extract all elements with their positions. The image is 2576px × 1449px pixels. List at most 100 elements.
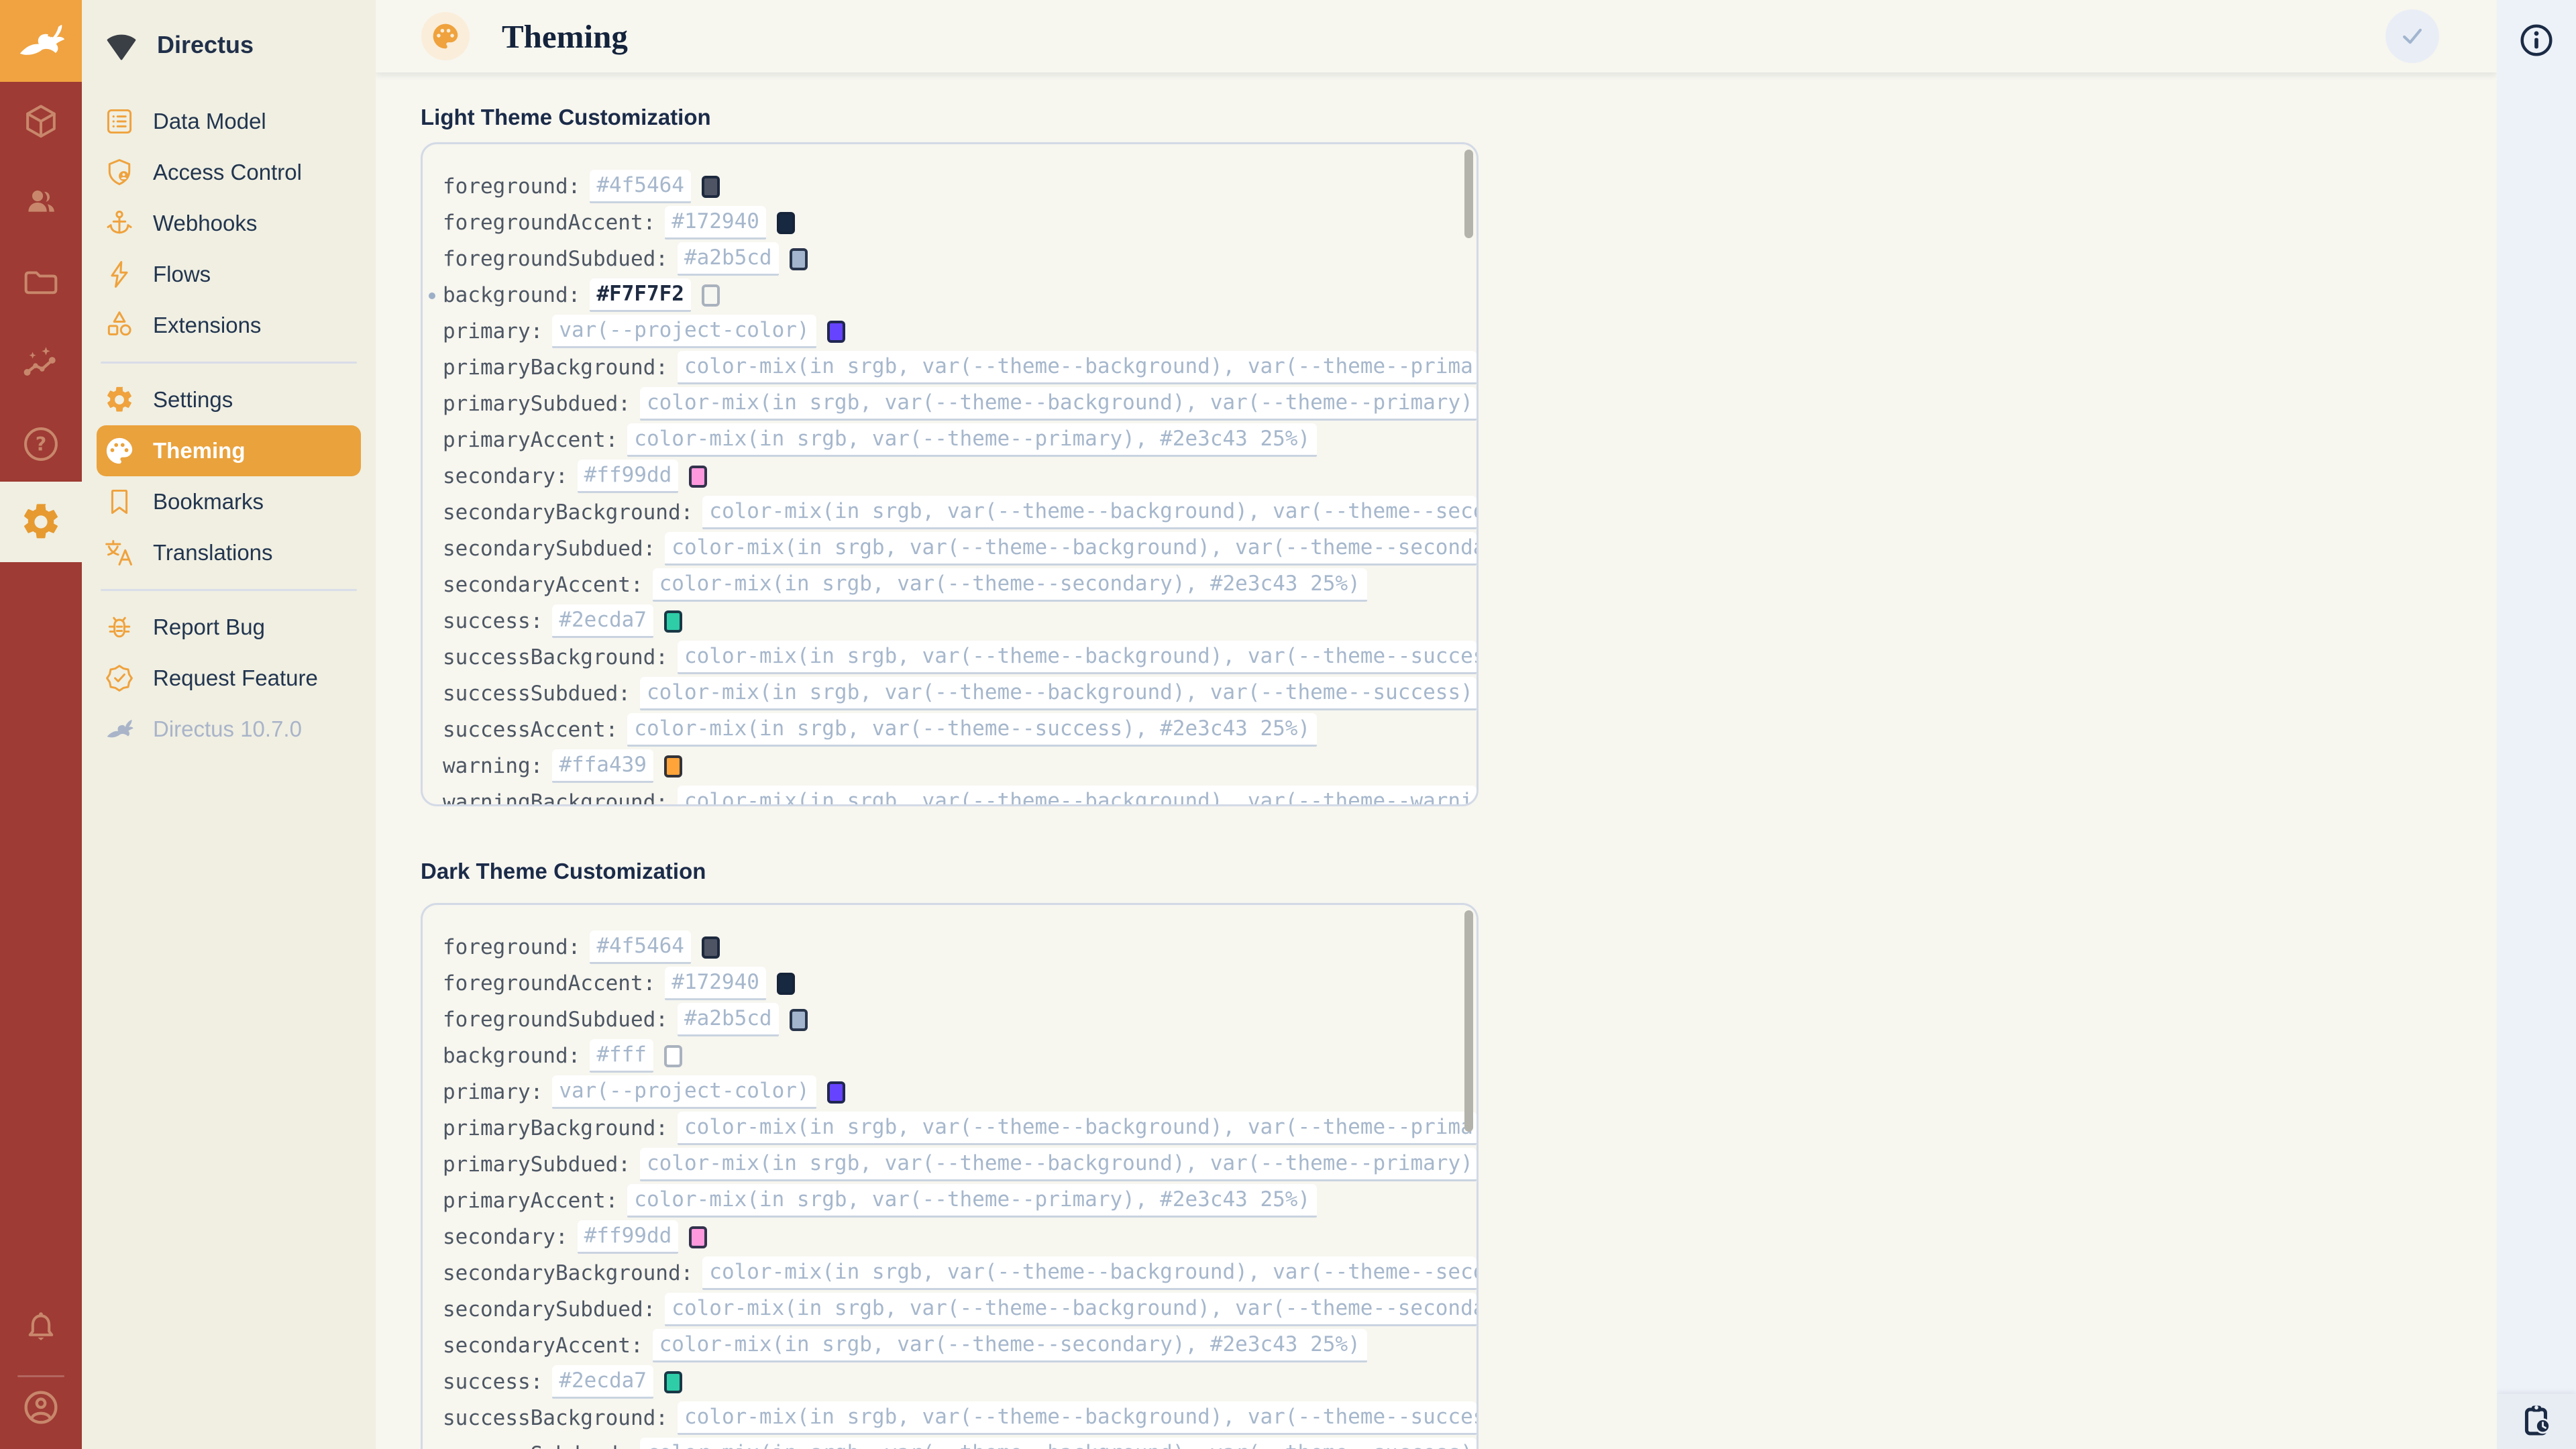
color-swatch[interactable] (664, 610, 682, 633)
rule-value-input[interactable]: color-mix(in srgb, var(--theme--backgrou… (678, 786, 1477, 806)
rule-value-input[interactable]: color-mix(in srgb, var(--theme--secondar… (653, 568, 1367, 602)
rule-value-input[interactable]: color-mix(in srgb, var(--theme--backgrou… (665, 1293, 1477, 1326)
sidebar-item-theming[interactable]: Theming (97, 425, 361, 476)
color-swatch[interactable] (702, 176, 720, 198)
rule-value-input[interactable]: color-mix(in srgb, var(--theme--secondar… (653, 1329, 1367, 1362)
rule-value-input[interactable]: #ffa439 (552, 749, 653, 783)
color-swatch[interactable] (777, 212, 795, 234)
rule-value-input[interactable]: color-mix(in srgb, var(--theme--backgrou… (678, 1401, 1477, 1435)
rule-value: color-mix(in srgb, var(--theme--secondar… (659, 572, 1360, 596)
rule-value-input[interactable]: #fff (590, 1039, 653, 1073)
light-theme-editor[interactable]: foreground:#4f5464foregroundAccent:#1729… (421, 142, 1479, 806)
rule-value-input[interactable]: color-mix(in srgb, var(--theme--primary)… (627, 1184, 1317, 1218)
module-insights[interactable] (0, 323, 82, 404)
rule-name: background: (443, 283, 580, 307)
rule-value: color-mix(in srgb, var(--theme--secondar… (659, 1332, 1360, 1356)
rule-value-input[interactable]: color-mix(in srgb, var(--theme--backgrou… (678, 1112, 1477, 1145)
theme-rule-row: secondaryAccent:color-mix(in srgb, var(-… (443, 1328, 1477, 1364)
color-swatch[interactable] (790, 248, 808, 270)
app-window: ? (0, 0, 2576, 1449)
rule-name: primary: (443, 1080, 543, 1104)
sidebar-item-extensions[interactable]: Extensions (82, 300, 376, 351)
rule-value-input[interactable]: color-mix(in srgb, var(--theme--primary)… (627, 423, 1317, 457)
dark-theme-editor[interactable]: foreground:#4f5464foregroundAccent:#1729… (421, 903, 1479, 1449)
rule-value-input[interactable]: var(--project-color) (552, 1075, 816, 1109)
sidebar-item-access-control[interactable]: Access Control (82, 147, 376, 198)
gear-icon (19, 500, 62, 543)
rule-value-input[interactable]: #ff99dd (578, 460, 679, 493)
rule-value-input[interactable]: #2ecda7 (552, 1365, 653, 1399)
color-swatch[interactable] (664, 1045, 682, 1067)
notifications-button[interactable] (0, 1288, 82, 1368)
rule-name: success: (443, 1370, 543, 1394)
color-swatch[interactable] (702, 936, 720, 959)
rule-value-input[interactable]: #F7F7F2 (590, 278, 691, 312)
sidebar-item-flows[interactable]: Flows (82, 249, 376, 300)
rule-value-input[interactable]: color-mix(in srgb, var(--theme--backgrou… (640, 387, 1477, 421)
sidebar-item-label: Extensions (153, 313, 261, 338)
theme-rule-row: secondaryBackground:color-mix(in srgb, v… (443, 494, 1477, 531)
rule-value: color-mix(in srgb, var(--theme--backgrou… (647, 680, 1477, 704)
save-button[interactable] (2385, 9, 2439, 63)
module-docs[interactable]: ? (0, 404, 82, 484)
color-swatch[interactable] (827, 1081, 845, 1104)
color-swatch[interactable] (689, 466, 707, 488)
project-header[interactable]: Directus (82, 16, 376, 74)
rule-value-input[interactable]: color-mix(in srgb, var(--theme--backgrou… (640, 1148, 1477, 1181)
rule-value-input[interactable]: var(--project-color) (552, 315, 816, 348)
account-button[interactable] (0, 1368, 82, 1446)
sidebar-version-row[interactable]: Directus 10.7.0 (82, 704, 376, 755)
rule-value: #4f5464 (596, 934, 684, 958)
color-swatch[interactable] (777, 973, 795, 995)
editor-scrollbar[interactable] (1464, 910, 1473, 1132)
list-alt-icon (104, 106, 135, 137)
sidebar-item-request-feature[interactable]: Request Feature (82, 653, 376, 704)
module-bar: ? (0, 0, 82, 1449)
rule-value: #172940 (672, 970, 759, 994)
rule-value-input[interactable]: color-mix(in srgb, var(--theme--backgrou… (640, 677, 1477, 710)
rule-name: foregroundAccent: (443, 211, 655, 235)
color-swatch[interactable] (689, 1226, 707, 1248)
rule-value-input[interactable]: #a2b5cd (678, 1003, 779, 1036)
check-icon (2397, 21, 2428, 52)
rule-value-input[interactable]: #172940 (665, 206, 766, 239)
rule-name: primaryAccent: (443, 1189, 618, 1213)
rule-value-input[interactable]: color-mix(in srgb, var(--theme--success)… (627, 713, 1317, 747)
rule-value-input[interactable]: #4f5464 (590, 170, 691, 203)
sidebar-item-bookmarks[interactable]: Bookmarks (82, 476, 376, 527)
project-logo-button[interactable] (0, 0, 82, 82)
sidebar-item-webhooks[interactable]: Webhooks (82, 198, 376, 249)
rule-value-input[interactable]: #4f5464 (590, 930, 691, 964)
color-swatch[interactable] (664, 1371, 682, 1393)
rule-value-input[interactable]: color-mix(in srgb, var(--theme--backgrou… (678, 351, 1477, 384)
rule-value-input[interactable]: color-mix(in srgb, var(--theme--backgrou… (702, 1256, 1477, 1290)
color-swatch[interactable] (790, 1009, 808, 1031)
color-swatch[interactable] (827, 321, 845, 343)
sidebar-item-settings[interactable]: Settings (82, 374, 376, 425)
rule-value-input[interactable]: color-mix(in srgb, var(--theme--backgrou… (702, 496, 1477, 529)
module-file-library[interactable] (0, 243, 82, 323)
rule-value-input[interactable]: color-mix(in srgb, var(--theme--backgrou… (665, 532, 1477, 566)
revisions-drawer-toggle[interactable] (2497, 1394, 2576, 1449)
rule-value-input[interactable]: #a2b5cd (678, 242, 779, 276)
color-swatch[interactable] (664, 755, 682, 777)
theme-rule-row: foregroundSubdued:#a2b5cd (443, 1002, 1477, 1038)
info-button[interactable] (2497, 0, 2576, 80)
module-settings[interactable] (0, 482, 82, 562)
rule-value: color-mix(in srgb, var(--theme--backgrou… (647, 1441, 1477, 1449)
sidebar-divider (101, 362, 357, 364)
module-content[interactable] (0, 82, 82, 162)
rule-value-input[interactable]: color-mix(in srgb, var(--theme--backgrou… (678, 641, 1477, 674)
rule-value-input[interactable]: #2ecda7 (552, 604, 653, 638)
sidebar-item-data-model[interactable]: Data Model (82, 96, 376, 147)
rule-value-input[interactable]: color-mix(in srgb, var(--theme--backgrou… (640, 1438, 1477, 1449)
sidebar-item-report-bug[interactable]: Report Bug (82, 602, 376, 653)
rule-value-input[interactable]: #ff99dd (578, 1220, 679, 1254)
module-user-directory[interactable] (0, 162, 82, 243)
editor-scrollbar[interactable] (1464, 150, 1473, 238)
sidebar-item-translations[interactable]: Translations (82, 527, 376, 578)
theme-rule-row: primary: var(--project-color) (443, 1074, 1477, 1110)
rule-value: color-mix(in srgb, var(--theme--backgrou… (647, 390, 1477, 415)
color-swatch[interactable] (702, 284, 720, 307)
rule-value-input[interactable]: #172940 (665, 967, 766, 1000)
